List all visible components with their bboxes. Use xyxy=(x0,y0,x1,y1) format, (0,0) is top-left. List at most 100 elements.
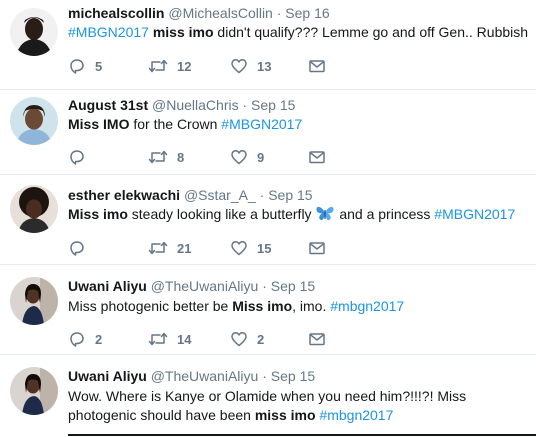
reply-button[interactable]: 2 xyxy=(68,329,102,349)
tweet-text: Miss imo steady looking like a butterfly… xyxy=(68,205,530,227)
tweet-text-segment: for the Crown xyxy=(129,116,222,132)
retweet-button[interactable]: 12 xyxy=(148,56,191,76)
heart-icon xyxy=(230,239,248,257)
highlighted-keyword: Miss imo xyxy=(68,206,128,222)
reply-icon xyxy=(68,148,86,166)
like-button[interactable]: 13 xyxy=(230,56,271,76)
like-count: 2 xyxy=(257,331,265,347)
divider xyxy=(68,434,536,436)
tweet-date[interactable]: Sep 15 xyxy=(268,187,312,203)
avatar[interactable] xyxy=(10,8,58,56)
tweet[interactable]: Uwani Aliyu @TheUwaniAliyu · Sep 15 Wow.… xyxy=(0,355,536,437)
reply-button[interactable] xyxy=(68,147,95,167)
tweet-text-segment: , imo. xyxy=(292,298,331,314)
retweet-count: 21 xyxy=(177,240,192,256)
hashtag-link[interactable]: #MBGN2017 xyxy=(221,116,302,132)
heart-icon xyxy=(230,57,248,75)
separator-dot: · xyxy=(259,187,265,203)
reply-count: 2 xyxy=(95,331,103,347)
tweet-actions: 21 15 xyxy=(68,238,368,258)
tweet-feed: michealscollin @MichealsCollin · Sep 16 … xyxy=(0,0,536,437)
separator-dot: · xyxy=(242,97,248,113)
envelope-icon xyxy=(308,239,326,257)
reply-button[interactable] xyxy=(68,238,95,258)
tweet-date[interactable]: Sep 15 xyxy=(251,97,295,113)
tweet-date[interactable]: Sep 15 xyxy=(271,368,315,384)
reply-icon xyxy=(68,239,86,257)
avatar[interactable] xyxy=(10,367,58,415)
tweet-text: Wow. Where is Kanye or Olamide when you … xyxy=(68,387,530,425)
tweet-text-segment: and a princess xyxy=(335,206,435,222)
retweet-button[interactable]: 21 xyxy=(148,238,191,258)
direct-message-button[interactable] xyxy=(308,329,326,349)
reply-icon xyxy=(68,57,86,75)
highlighted-keyword: miss imo xyxy=(152,24,214,40)
highlighted-keyword: Miss IMO xyxy=(68,116,130,132)
tweet-text-segment: Miss photogenic better be xyxy=(68,298,233,314)
reply-icon xyxy=(68,330,86,348)
hashtag-link[interactable]: #mbgn2017 xyxy=(330,298,404,314)
tweet-text: #MBGN2017 miss imo didn't qualify??? Lem… xyxy=(68,23,530,42)
retweet-button[interactable]: 8 xyxy=(148,147,184,167)
highlighted-keyword: miss imo xyxy=(254,407,316,423)
avatar[interactable] xyxy=(10,97,58,145)
tweet-actions: 5 12 13 xyxy=(68,56,368,76)
tweet-date[interactable]: Sep 15 xyxy=(271,278,315,294)
retweet-icon xyxy=(148,239,168,257)
direct-message-button[interactable] xyxy=(308,147,326,167)
retweet-button[interactable]: 14 xyxy=(148,329,191,349)
like-button[interactable]: 15 xyxy=(230,238,271,258)
author-name[interactable]: esther elekwachi xyxy=(68,187,180,203)
direct-message-button[interactable] xyxy=(308,56,326,76)
tweet-text-segment: didn't qualify??? Lemme go and off Gen..… xyxy=(213,24,529,40)
avatar[interactable] xyxy=(10,185,58,233)
author-handle[interactable]: @NuellaChris xyxy=(152,97,239,113)
author-name[interactable]: Uwani Aliyu xyxy=(68,368,147,384)
tweet[interactable]: esther elekwachi @Sstar_A_ · Sep 15 Miss… xyxy=(0,175,536,265)
author-name[interactable]: Uwani Aliyu xyxy=(68,278,147,294)
author-handle[interactable]: @Sstar_A_ xyxy=(184,187,256,203)
tweet-actions: 8 9 xyxy=(68,147,368,167)
tweet-date[interactable]: Sep 16 xyxy=(285,5,329,21)
like-button[interactable]: 9 xyxy=(230,147,264,167)
retweet-icon xyxy=(148,148,168,166)
hashtag-link[interactable]: #MBGN2017 xyxy=(68,24,149,40)
butterfly-emoji-icon xyxy=(315,205,335,227)
highlighted-keyword: Miss imo xyxy=(232,298,293,314)
tweet[interactable]: Uwani Aliyu @TheUwaniAliyu · Sep 15 Miss… xyxy=(0,265,536,355)
avatar[interactable] xyxy=(10,277,58,325)
direct-message-button[interactable] xyxy=(308,238,326,258)
tweet-text-segment: steady looking like a butterfly xyxy=(127,206,316,222)
hashtag-link[interactable]: #MBGN2017 xyxy=(434,206,515,222)
author-handle[interactable]: @TheUwaniAliyu xyxy=(151,278,259,294)
tweet-text: Miss photogenic better be Miss imo, imo.… xyxy=(68,297,530,316)
separator-dot: · xyxy=(262,278,267,294)
like-count: 13 xyxy=(257,58,272,74)
tweet[interactable]: michealscollin @MichealsCollin · Sep 16 … xyxy=(0,0,536,90)
author-name[interactable]: August 31st xyxy=(68,97,148,113)
like-count: 15 xyxy=(257,240,272,256)
retweet-count: 12 xyxy=(177,58,192,74)
retweet-count: 8 xyxy=(177,149,185,165)
separator-dot: · xyxy=(262,368,267,384)
envelope-icon xyxy=(308,148,326,166)
reply-button[interactable]: 5 xyxy=(68,56,102,76)
author-handle[interactable]: @MichealsCollin xyxy=(168,5,272,21)
retweet-icon xyxy=(148,330,168,348)
retweet-count: 14 xyxy=(177,331,192,347)
heart-icon xyxy=(230,148,248,166)
like-button[interactable]: 2 xyxy=(230,329,264,349)
author-name[interactable]: michealscollin xyxy=(68,5,164,21)
tweet-actions: 2 14 2 xyxy=(68,329,368,349)
retweet-icon xyxy=(148,57,168,75)
envelope-icon xyxy=(308,57,326,75)
tweet-text: Miss IMO for the Crown #MBGN2017 xyxy=(68,115,530,134)
hashtag-link[interactable]: #mbgn2017 xyxy=(319,407,393,423)
like-count: 9 xyxy=(257,149,265,165)
author-handle[interactable]: @TheUwaniAliyu xyxy=(151,368,259,384)
heart-icon xyxy=(230,330,248,348)
reply-count: 5 xyxy=(95,58,103,74)
tweet[interactable]: August 31st @NuellaChris · Sep 15 Miss I… xyxy=(0,90,536,175)
separator-dot: · xyxy=(276,5,282,21)
envelope-icon xyxy=(308,330,326,348)
